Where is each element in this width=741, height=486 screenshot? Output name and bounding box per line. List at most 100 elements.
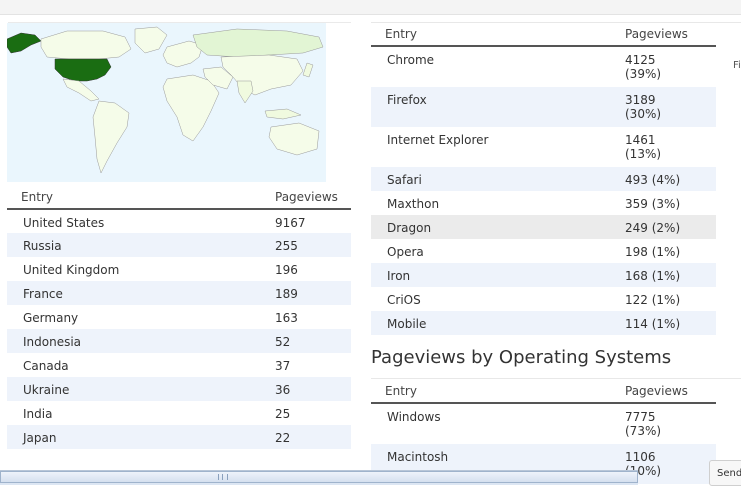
map-region-united-states	[54, 58, 112, 82]
column-header-pageviews[interactable]: Pageviews	[625, 23, 716, 47]
table-row[interactable]: Canada 37	[7, 353, 351, 377]
country-name: United Kingdom	[23, 263, 120, 277]
pageviews-value: 249 (2%)	[625, 221, 681, 235]
pageviews-value: 52	[275, 335, 291, 349]
table-row[interactable]: Russia 255	[7, 233, 351, 257]
pageviews-value: 37	[275, 359, 291, 373]
map-region-australia	[268, 122, 320, 156]
browser-name: Mobile	[387, 317, 427, 331]
table-row[interactable]: Dragon 249 (2%)	[371, 215, 716, 239]
send-button[interactable]: Send	[709, 460, 741, 486]
column-header-pageviews[interactable]: Pageviews	[625, 380, 716, 404]
top-toolbar	[0, 0, 741, 15]
table-row[interactable]: France 189	[7, 281, 351, 305]
map-region-japan	[302, 62, 314, 78]
table-row[interactable]: Safari 493 (4%)	[371, 167, 716, 191]
map-region-alaska	[7, 32, 42, 54]
pageviews-percent: (10%)	[625, 464, 662, 478]
map-region-india	[236, 80, 254, 104]
pageviews-value: 255	[275, 239, 298, 253]
country-name: Japan	[23, 431, 57, 445]
pageviews-value: 189	[275, 287, 298, 301]
map-region-russia	[192, 28, 324, 58]
country-name: Indonesia	[23, 335, 82, 349]
map-region-south-america	[92, 100, 130, 174]
map-region-greenland	[134, 26, 168, 54]
os-name: Windows	[387, 410, 441, 424]
browser-name: CriOS	[387, 293, 421, 307]
pageviews-value: 4125 (39%)	[625, 46, 716, 87]
browser-name: Chrome	[387, 53, 435, 67]
pageviews-value: 9167	[275, 216, 306, 230]
map-region-asia	[220, 54, 304, 96]
browser-name: Dragon	[387, 221, 432, 235]
pageviews-percent: (73%)	[625, 424, 662, 438]
pageviews-count: 3189	[625, 93, 656, 107]
browsers-table: Entry Pageviews Chrome 4125 (39%) Firefox…	[371, 23, 716, 335]
browser-name: Firefox	[387, 93, 427, 107]
pageviews-percent: (13%)	[625, 147, 662, 161]
pageviews-value: 3189 (30%)	[625, 87, 716, 127]
pageviews-value: 36	[275, 383, 291, 397]
map-region-indonesia	[264, 108, 302, 120]
pageviews-value: 359 (3%)	[625, 197, 681, 211]
countries-table: Entry Pageviews United States 9167 Russia…	[7, 186, 351, 449]
scrollbar-grip-icon	[218, 474, 228, 480]
column-header-pageviews[interactable]: Pageviews	[275, 186, 351, 210]
pageviews-percent: (39%)	[625, 67, 662, 81]
table-row[interactable]: Japan 22	[7, 425, 351, 449]
country-name: India	[23, 407, 53, 421]
pageviews-value: 114 (1%)	[625, 317, 681, 331]
truncated-edge-text: Fi	[733, 60, 741, 71]
table-row[interactable]: United Kingdom 196	[7, 257, 351, 281]
pageviews-value: 196	[275, 263, 298, 277]
country-name: Germany	[23, 311, 79, 325]
pageviews-count: 1461	[625, 133, 656, 147]
pageviews-value: 1106 (10%)	[625, 444, 716, 484]
table-row[interactable]: Iron 168 (1%)	[371, 263, 716, 287]
pageviews-percent: (30%)	[625, 107, 662, 121]
map-region-mexico	[62, 78, 100, 102]
table-row[interactable]: Ukraine 36	[7, 377, 351, 401]
column-header-entry[interactable]: Entry	[7, 186, 275, 210]
section-title: Pageviews by Operating Systems	[371, 347, 672, 368]
table-row[interactable]: Maxthon 359 (3%)	[371, 191, 716, 215]
pageviews-value: 168 (1%)	[625, 269, 681, 283]
pageviews-value: 7775 (73%)	[625, 403, 716, 444]
column-header-entry[interactable]: Entry	[371, 23, 625, 47]
table-row[interactable]: United States 9167	[7, 209, 351, 233]
column-header-entry[interactable]: Entry	[371, 380, 625, 404]
country-name: Canada	[23, 359, 69, 373]
country-name: Ukraine	[23, 383, 70, 397]
table-row[interactable]: CriOS 122 (1%)	[371, 287, 716, 311]
country-name: Russia	[23, 239, 62, 253]
table-row[interactable]: Opera 198 (1%)	[371, 239, 716, 263]
browser-name: Internet Explorer	[387, 133, 489, 147]
divider	[371, 378, 741, 379]
pageviews-value: 198 (1%)	[625, 245, 681, 259]
pageviews-count: 7775	[625, 410, 656, 424]
table-row[interactable]: Windows 7775 (73%)	[371, 403, 716, 444]
horizontal-scrollbar-thumb[interactable]	[0, 471, 638, 483]
browser-name: Safari	[387, 173, 422, 187]
table-row[interactable]: Indonesia 52	[7, 329, 351, 353]
browser-name: Iron	[387, 269, 411, 283]
pageviews-value: 122 (1%)	[625, 293, 681, 307]
pageviews-value: 493 (4%)	[625, 173, 681, 187]
world-map[interactable]	[7, 23, 326, 182]
table-row[interactable]: Chrome 4125 (39%)	[371, 46, 716, 87]
table-row[interactable]: Germany 163	[7, 305, 351, 329]
browser-name: Maxthon	[387, 197, 440, 211]
world-map-graphic	[7, 26, 324, 174]
table-row[interactable]: Firefox 3189 (30%)	[371, 87, 716, 127]
table-row[interactable]: Internet Explorer 1461 (13%)	[371, 127, 716, 167]
country-name: France	[23, 287, 63, 301]
table-row[interactable]: Mobile 114 (1%)	[371, 311, 716, 335]
pageviews-value: 22	[275, 431, 291, 445]
pageviews-count: 1106	[625, 450, 656, 464]
pageviews-value: 1461 (13%)	[625, 127, 716, 167]
browser-name: Opera	[387, 245, 424, 259]
country-name: United States	[23, 216, 105, 230]
pageviews-count: 4125	[625, 53, 656, 67]
table-row[interactable]: India 25	[7, 401, 351, 425]
